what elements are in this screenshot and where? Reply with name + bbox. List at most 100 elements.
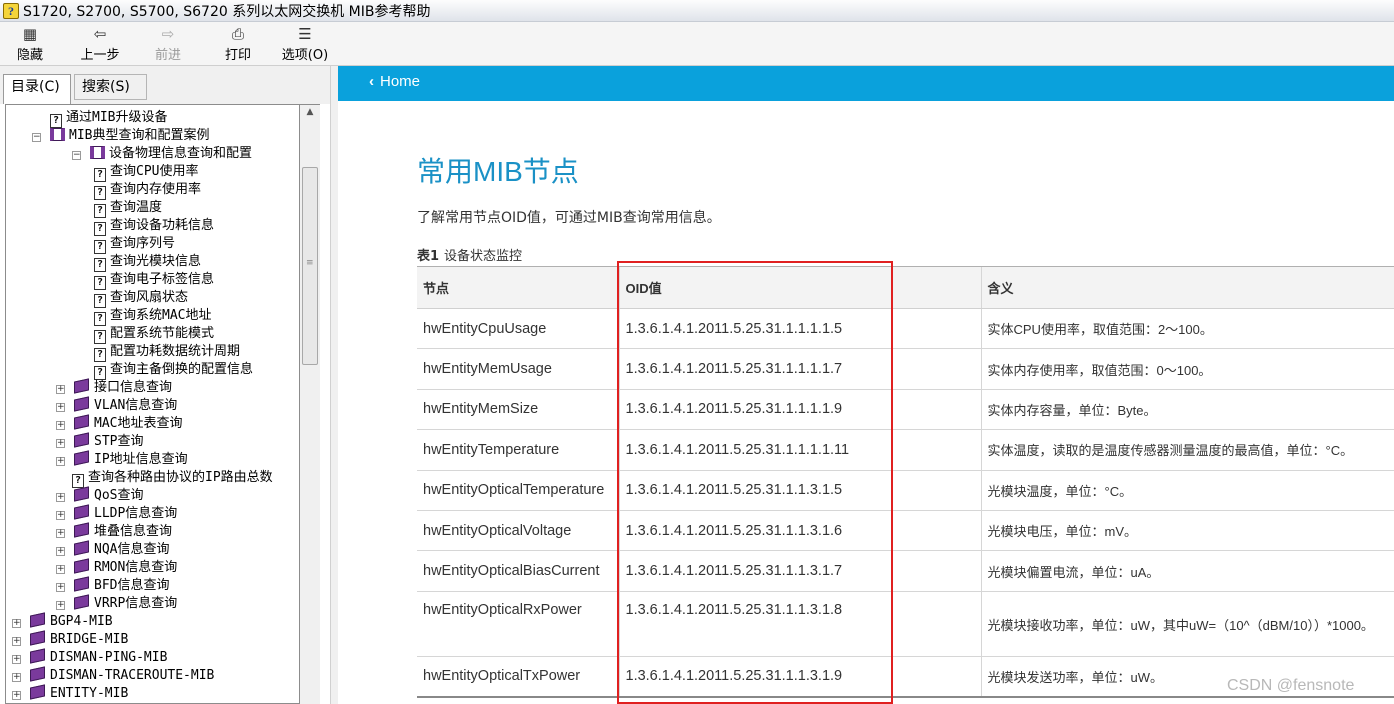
expand-icon[interactable]: +: [12, 691, 21, 700]
column-header-node: 节点: [417, 266, 619, 309]
tree-item[interactable]: + BRIDGE-MIB: [12, 630, 129, 649]
tree-item[interactable]: ? 查询风扇状态: [94, 289, 188, 308]
meaning-cell: 实体内存使用率，取值范围：0～100。: [980, 348, 1394, 390]
tree-item[interactable]: + 堆叠信息查询: [56, 522, 172, 541]
hide-button[interactable]: ▦ 隐藏: [12, 25, 48, 65]
tree-item-label: VRRP信息查询: [94, 596, 178, 611]
closed-book-icon: [74, 522, 89, 538]
nav-tabs: 目录(C) 搜索(S): [0, 66, 338, 104]
tree-item[interactable]: ? 查询光模块信息: [94, 253, 202, 272]
help-page-icon: ?: [50, 114, 62, 128]
tree-item[interactable]: ? 查询内存使用率: [94, 181, 201, 200]
tree-item[interactable]: + IP地址信息查询: [56, 450, 188, 469]
expand-icon[interactable]: +: [56, 403, 65, 412]
tree-item-label: LLDP信息查询: [94, 506, 178, 521]
closed-book-icon: [74, 540, 89, 556]
tree-item[interactable]: + VLAN信息查询: [56, 396, 178, 415]
tree-item-label: 查询系统MAC地址: [110, 308, 212, 323]
tree-item[interactable]: − 设备物理信息查询和配置: [72, 145, 252, 163]
oid-cell: 1.3.6.1.4.1.2011.5.25.31.1.1.3.1.7: [618, 550, 981, 592]
expand-icon[interactable]: +: [56, 529, 65, 538]
expand-icon[interactable]: +: [12, 673, 21, 682]
options-button[interactable]: ☰ 选项(O): [276, 25, 334, 65]
expand-icon[interactable]: +: [56, 421, 65, 430]
table-row: hwEntityMemUsage 1.3.6.1.4.1.2011.5.25.31…: [417, 348, 1394, 390]
content-pane: ‹ Home 常用MIB节点 了解常用节点OID值，可通过MIB查询常用信息。 表…: [338, 66, 1394, 704]
tree-item[interactable]: + NQA信息查询: [56, 540, 170, 559]
expand-icon[interactable]: +: [12, 637, 21, 646]
closed-book-icon: [74, 594, 89, 610]
tree-item[interactable]: + ENTITY-MIB: [12, 684, 128, 703]
column-header-meaning: 含义: [980, 266, 1394, 309]
tree-item[interactable]: ? 通过MIB升级设备: [50, 109, 167, 128]
tab-search[interactable]: 搜索(S): [74, 74, 147, 100]
expand-icon[interactable]: +: [56, 565, 65, 574]
table-caption: 表1 设备状态监控: [417, 245, 522, 264]
tree-item[interactable]: + 接口信息查询: [56, 378, 172, 397]
node-name-cell: hwEntityCpuUsage: [417, 308, 619, 350]
tree-item[interactable]: + VRRP信息查询: [56, 594, 178, 613]
tree-item[interactable]: + DISMAN-TRACEROUTE-MIB: [12, 666, 214, 685]
closed-book-icon: [30, 684, 45, 700]
tree-item[interactable]: − MIB典型查询和配置案例: [32, 127, 209, 145]
oid-cell: 1.3.6.1.4.1.2011.5.25.31.1.1.3.1.5: [618, 470, 981, 511]
expand-icon[interactable]: +: [56, 439, 65, 448]
meaning-cell: 光模块电压，单位：mV。: [980, 510, 1394, 552]
expand-icon[interactable]: +: [56, 583, 65, 592]
print-button[interactable]: ⎙ 打印: [220, 25, 256, 65]
tree-item-label: 查询各种路由协议的IP路由总数: [88, 470, 273, 485]
tree-item[interactable]: + LLDP信息查询: [56, 504, 178, 523]
tree-item[interactable]: + MAC地址表查询: [56, 414, 182, 433]
expand-icon[interactable]: +: [56, 493, 65, 502]
tree-item[interactable]: ? 配置系统节能模式: [94, 325, 214, 344]
expand-icon[interactable]: +: [56, 601, 65, 610]
tree-item-label: VLAN信息查询: [94, 398, 178, 413]
tree-item[interactable]: ? 查询主备倒换的配置信息: [94, 361, 253, 380]
scroll-up-icon[interactable]: ▲: [300, 107, 320, 123]
tree-item-label: BRIDGE-MIB: [50, 632, 129, 647]
tree-item[interactable]: + RMON信息查询: [56, 558, 177, 577]
forward-button[interactable]: ⇨ 前进: [150, 25, 186, 65]
oid-cell: 1.3.6.1.4.1.2011.5.25.31.1.1.1.1.11: [618, 429, 981, 471]
tree-item[interactable]: ? 查询系统MAC地址: [94, 307, 212, 326]
tree-item[interactable]: ? 查询温度: [94, 199, 163, 218]
help-page-icon: ?: [94, 186, 106, 200]
meaning-cell: 光模块温度，单位：°C。: [980, 470, 1394, 511]
expand-icon[interactable]: +: [12, 619, 21, 628]
tree-item[interactable]: ? 配置功耗数据统计周期: [94, 343, 240, 362]
tree-item[interactable]: + DISMAN-PING-MIB: [12, 648, 167, 667]
tree-item-label: 查询光模块信息: [110, 254, 202, 269]
collapse-icon[interactable]: −: [72, 151, 81, 160]
oid-cell: 1.3.6.1.4.1.2011.5.25.31.1.1.3.1.9: [618, 656, 981, 698]
tree-item[interactable]: + STP查询: [56, 432, 143, 451]
expand-icon[interactable]: +: [12, 655, 21, 664]
expand-icon[interactable]: +: [56, 547, 65, 556]
tree-scrollbar[interactable]: ▲ ≡: [300, 104, 320, 704]
tree-item[interactable]: + BFD信息查询: [56, 576, 169, 595]
closed-book-icon: [74, 576, 89, 592]
back-button[interactable]: ⇦ 上一步: [76, 25, 124, 65]
expand-icon[interactable]: +: [56, 457, 65, 466]
tree-item-label: NQA信息查询: [94, 542, 170, 557]
scroll-thumb[interactable]: ≡: [302, 167, 318, 365]
tree-item[interactable]: ? 查询设备功耗信息: [94, 217, 214, 236]
expand-icon[interactable]: +: [56, 511, 65, 520]
tree-item[interactable]: ? 查询各种路由协议的IP路由总数: [72, 469, 273, 488]
column-header-oid: OID值: [618, 266, 981, 309]
closed-book-icon: [74, 396, 89, 412]
tree-item[interactable]: ? 查询电子标签信息: [94, 271, 214, 290]
tree-item[interactable]: + QoS查询: [56, 486, 143, 505]
tree-item[interactable]: ? 查询序列号: [94, 235, 175, 254]
pane-splitter[interactable]: [330, 66, 338, 704]
home-link[interactable]: ‹ Home: [369, 73, 420, 90]
table-row: hwEntityOpticalRxPower 1.3.6.1.4.1.2011.5…: [417, 591, 1394, 657]
arrow-left-icon: ⇦: [93, 25, 107, 43]
node-name-cell: hwEntityMemSize: [417, 389, 619, 431]
collapse-icon[interactable]: −: [32, 133, 41, 142]
tree-item[interactable]: ? 查询CPU使用率: [94, 163, 198, 182]
meaning-cell: 实体温度，读取的是温度传感器测量温度的最高值，单位：°C。: [980, 429, 1394, 471]
tab-contents[interactable]: 目录(C): [3, 74, 71, 104]
tree-item-label: 查询温度: [110, 200, 163, 215]
expand-icon[interactable]: +: [56, 385, 65, 394]
tree-item[interactable]: + BGP4-MIB: [12, 612, 113, 631]
